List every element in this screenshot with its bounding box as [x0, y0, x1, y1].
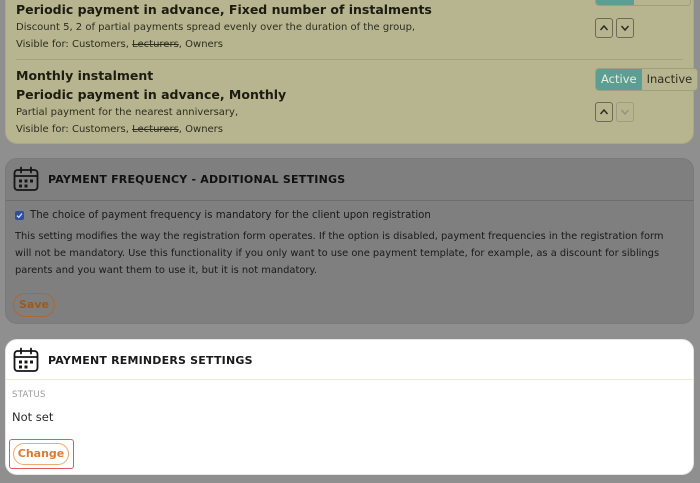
mandatory-frequency-label: The choice of payment frequency is manda… — [30, 210, 431, 221]
payment-frequency-card: PAYMENT FREQUENCY - ADDITIONAL SETTINGS … — [5, 158, 694, 324]
instalment-1-title: Periodic payment in advance, Fixed numbe… — [16, 2, 432, 17]
visibility-prefix: Visible for: Customers, — [16, 39, 133, 50]
calendar-icon — [13, 347, 39, 372]
checkmark-icon — [16, 213, 23, 219]
instalment-2-title: Periodic payment in advance, Monthly — [16, 87, 287, 102]
instalment-2-move-up-button[interactable] — [595, 102, 613, 122]
instalment-item-2: Monthly instalment Periodic payment in a… — [16, 66, 286, 138]
instalment-2-move-down-button[interactable] — [616, 102, 634, 122]
instalment-item-1: Periodic payment in advance, Fixed numbe… — [16, 0, 432, 53]
save-button[interactable]: Save — [13, 293, 55, 317]
visibility-suffix: , Owners — [178, 39, 223, 50]
instalment-1-description: Discount 5, 2 of partial payments spread… — [16, 22, 416, 33]
status-label: STATUS — [12, 390, 46, 400]
instalment-1-toggle-active[interactable] — [596, 0, 634, 5]
header-divider — [6, 379, 693, 380]
payment-reminders-title: PAYMENT REMINDERS SETTINGS — [48, 353, 253, 367]
chevron-up-icon — [599, 24, 609, 31]
instalment-2-description: Partial payment for the nearest annivers… — [16, 107, 239, 118]
visibility-lecturers-struck: Lecturers — [132, 39, 179, 50]
change-button[interactable]: Change — [13, 443, 69, 465]
mandatory-frequency-checkbox-row[interactable]: The choice of payment frequency is manda… — [15, 210, 431, 221]
instalment-divider — [16, 59, 683, 60]
status-value: Not set — [12, 410, 54, 424]
visibility-prefix: Visible for: Customers, — [16, 124, 133, 135]
change-button-highlight: Change — [9, 439, 74, 469]
instalment-2-toggle-active[interactable]: Active — [596, 69, 642, 90]
instalment-2-toggle[interactable]: Active Inactive — [595, 68, 699, 91]
instalment-1-visibility: Visible for: Customers, Lecturers, Owner… — [16, 36, 432, 53]
payment-frequency-title: PAYMENT FREQUENCY - ADDITIONAL SETTINGS — [48, 172, 346, 186]
instalments-card: Periodic payment in advance, Fixed numbe… — [5, 0, 699, 144]
mandatory-frequency-checkbox[interactable] — [15, 211, 24, 220]
chevron-down-icon — [620, 25, 630, 32]
calendar-icon — [13, 166, 39, 191]
instalment-2-toggle-inactive[interactable]: Inactive — [641, 69, 698, 90]
visibility-suffix: , Owners — [178, 124, 223, 135]
chevron-down-icon — [620, 109, 630, 116]
payment-reminders-card: PAYMENT REMINDERS SETTINGS STATUS Not se… — [5, 339, 694, 475]
visibility-lecturers-struck: Lecturers — [132, 124, 179, 135]
frequency-help-text: This setting modifies the way the regist… — [15, 231, 664, 276]
instalment-1-move-up-button[interactable] — [595, 18, 613, 38]
instalment-1-toggle[interactable] — [595, 0, 691, 6]
header-divider — [6, 200, 693, 201]
payment-reminders-header: PAYMENT REMINDERS SETTINGS — [6, 340, 693, 380]
instalment-1-toggle-inactive[interactable] — [634, 0, 690, 5]
chevron-up-icon — [599, 108, 609, 115]
payment-frequency-header: PAYMENT FREQUENCY - ADDITIONAL SETTINGS — [6, 159, 693, 199]
page: Periodic payment in advance, Fixed numbe… — [0, 0, 700, 483]
instalment-1-move-down-button[interactable] — [616, 18, 634, 38]
instalment-2-visibility: Visible for: Customers, Lecturers, Owner… — [16, 121, 286, 138]
instalment-2-name: Monthly instalment — [16, 68, 154, 83]
